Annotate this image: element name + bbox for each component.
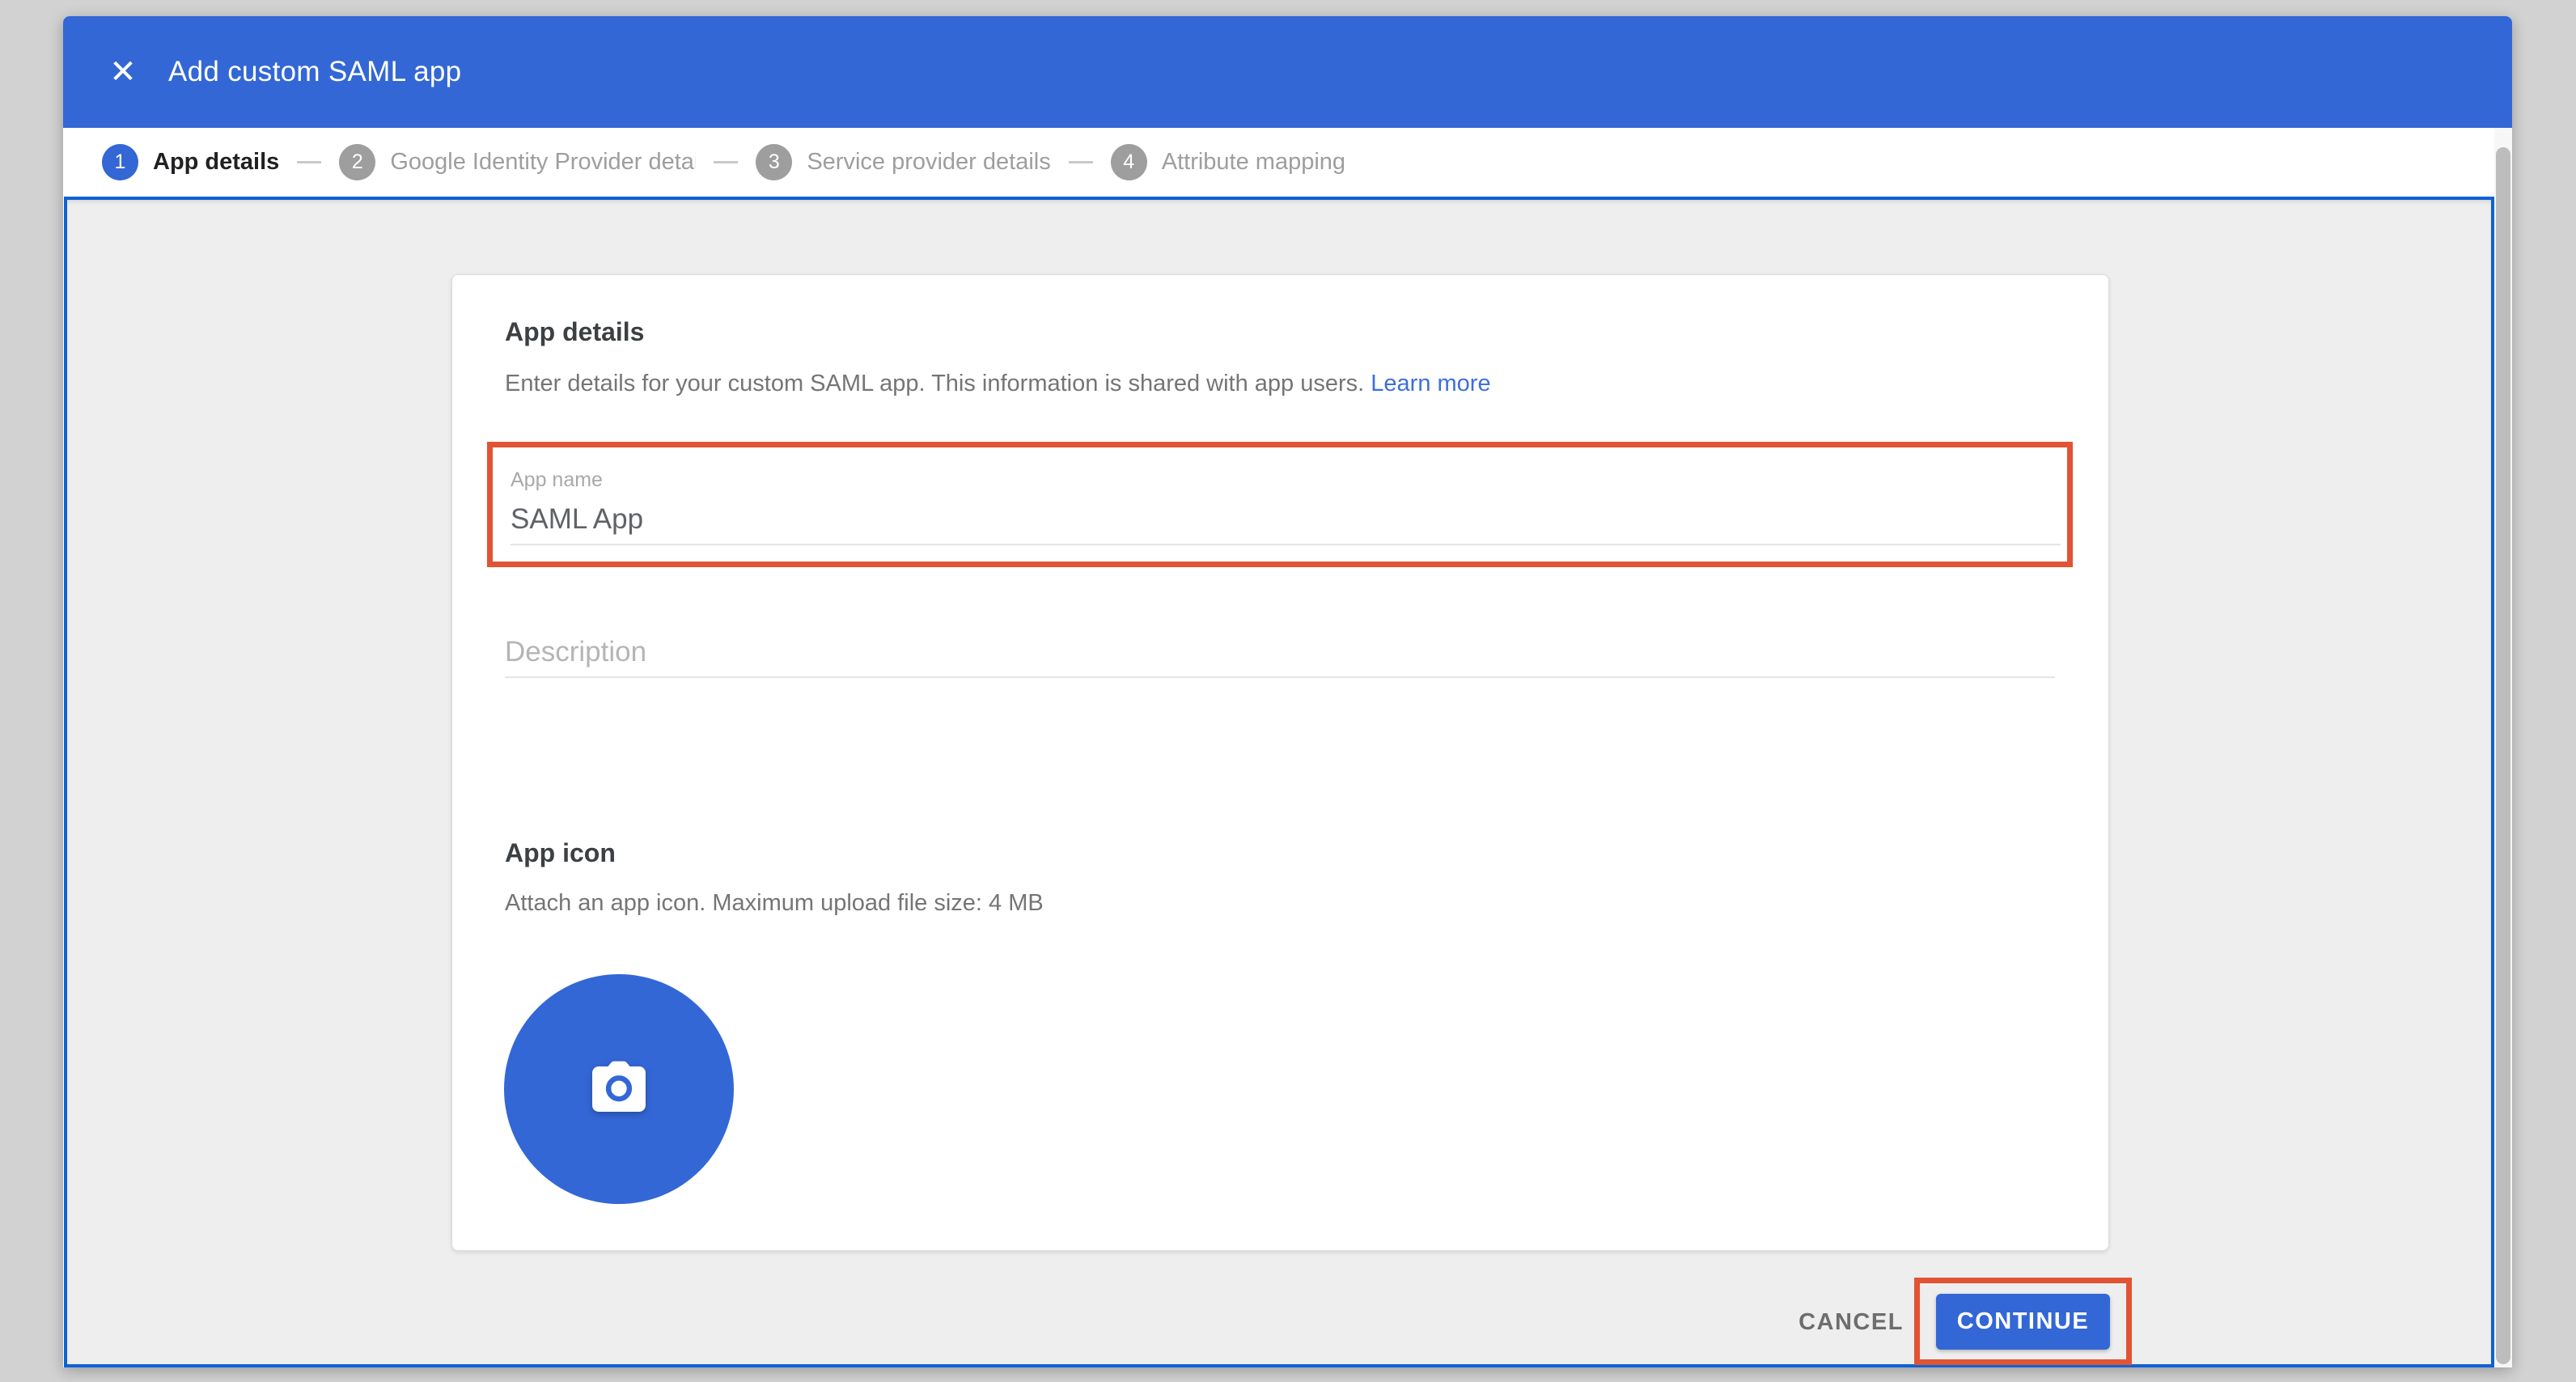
- continue-button[interactable]: CONTINUE: [1936, 1294, 2110, 1350]
- app-icon-upload-button[interactable]: [504, 974, 734, 1204]
- add-custom-saml-app-dialog: ✕ Add custom SAML app 1 App details 2 Go…: [63, 16, 2512, 1367]
- card-title: App details: [505, 317, 644, 347]
- learn-more-link[interactable]: Learn more: [1371, 371, 1490, 396]
- step-2-badge: 2: [339, 144, 375, 180]
- step-app-details[interactable]: 1 App details: [102, 144, 279, 180]
- camera-icon: [584, 1059, 654, 1119]
- app-icon-title: App icon: [505, 838, 616, 868]
- dialog-title: Add custom SAML app: [168, 56, 461, 88]
- step-3-label: Service provider details: [807, 149, 1050, 176]
- step-1-badge: 1: [102, 144, 138, 180]
- card-intro-text: Enter details for your custom SAML app. …: [505, 371, 1364, 396]
- annotation-app-name-highlight: App name: [487, 442, 2073, 567]
- step-google-idp-details[interactable]: 2 Google Identity Provider details: [339, 144, 696, 180]
- cancel-button[interactable]: CANCEL: [1762, 1297, 1940, 1347]
- step-connector: [1069, 161, 1093, 163]
- step-connector: [297, 161, 321, 163]
- dialog-header: ✕ Add custom SAML app: [63, 16, 2512, 128]
- step-1-label: App details: [153, 149, 279, 176]
- stepper: 1 App details 2 Google Identity Provider…: [63, 128, 2494, 197]
- app-name-label: App name: [511, 468, 2067, 492]
- description-input[interactable]: [505, 631, 2055, 678]
- step-connector: [714, 161, 738, 163]
- dialog-body: App details Enter details for your custo…: [64, 197, 2494, 1367]
- app-name-input[interactable]: [511, 498, 2061, 545]
- step-3-badge: 3: [756, 144, 792, 180]
- annotation-continue-highlight: CONTINUE: [1914, 1278, 2132, 1365]
- scrollbar-thumb[interactable]: [2496, 147, 2510, 1364]
- step-4-badge: 4: [1111, 144, 1147, 180]
- step-service-provider-details[interactable]: 3 Service provider details: [756, 144, 1050, 180]
- step-2-label: Google Identity Provider details: [390, 149, 696, 176]
- step-attribute-mapping[interactable]: 4 Attribute mapping: [1111, 144, 1345, 180]
- close-icon: ✕: [109, 56, 137, 88]
- app-icon-hint: Attach an app icon. Maximum upload file …: [505, 890, 1044, 917]
- step-4-label: Attribute mapping: [1162, 149, 1345, 176]
- app-name-field: App name: [511, 468, 2067, 545]
- card-intro: Enter details for your custom SAML app. …: [505, 371, 1491, 397]
- scrollbar[interactable]: [2494, 128, 2512, 1367]
- close-button[interactable]: ✕: [104, 53, 142, 91]
- app-details-card: App details Enter details for your custo…: [451, 274, 2109, 1251]
